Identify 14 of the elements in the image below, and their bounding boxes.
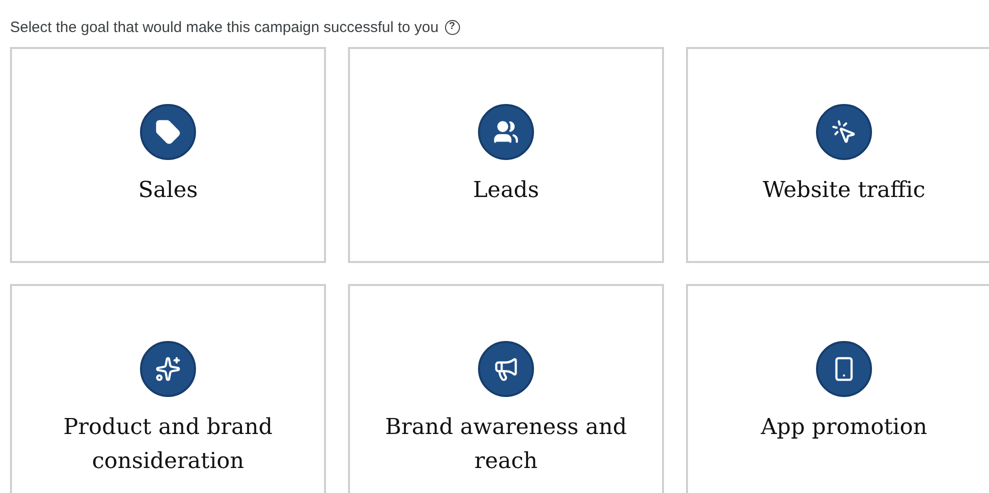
help-icon[interactable]: ?: [444, 20, 460, 34]
goal-card[interactable]: Website traffic: [686, 47, 989, 263]
goal-label: Brand awareness and reach: [384, 414, 628, 476]
goal-card[interactable]: Leads: [348, 47, 664, 263]
instruction-text: Select the goal that would make this campaign successful to you: [10, 18, 439, 36]
goal-card[interactable]: Brand awareness and reach: [348, 284, 664, 493]
goal-card[interactable]: App promotion: [686, 284, 989, 493]
goal-label: Sales: [138, 177, 198, 205]
goal-label: Website traffic: [762, 177, 926, 205]
goal-label: Product and brand consideration: [62, 414, 274, 476]
goal-card[interactable]: Product and brand consideration: [10, 284, 326, 493]
goal-card[interactable]: Sales: [10, 47, 326, 263]
goal-label: App promotion: [760, 414, 928, 442]
goal-label: Leads: [472, 177, 540, 205]
